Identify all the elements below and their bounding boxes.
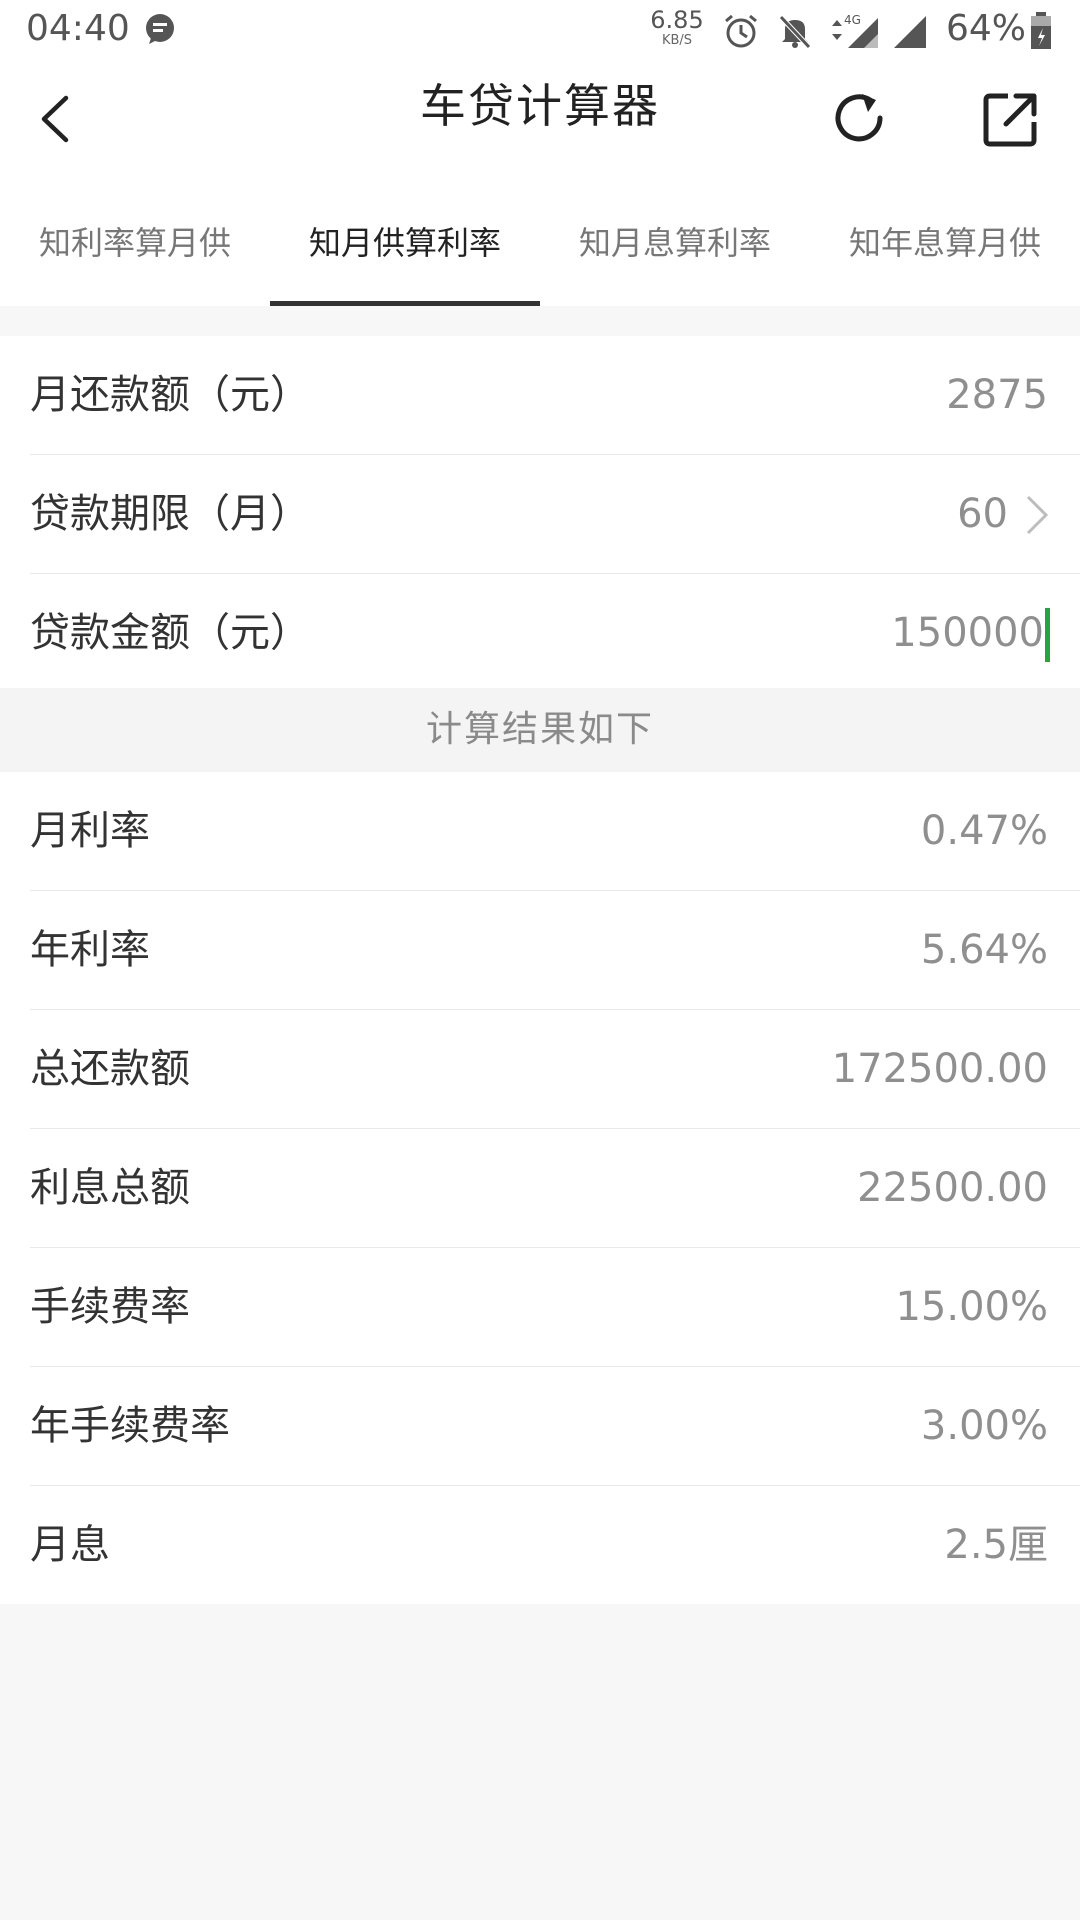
page-title: 车贷计算器 [420,79,660,133]
result-row-total-interest: 利息总额 22500.00 [30,1129,1080,1248]
signal-icon [894,16,926,48]
net-speed-unit: KB/S [661,33,693,48]
result-value: 3.00% [920,1403,1048,1449]
net-speed: 6.85 KB/S [648,8,706,47]
data-arrows-icon: 4G [832,13,878,48]
monthly-payment-label: 月还款额（元） [30,372,310,418]
monthly-payment-row[interactable]: 月还款额（元） 2875 [30,336,1080,455]
result-row-annual-rate: 年利率 5.64% [30,891,1080,1010]
result-value: 22500.00 [857,1165,1048,1211]
tab-annual-interest-to-payment[interactable]: 知年息算月供 [810,180,1080,306]
loan-term-label: 贷款期限（月） [30,491,310,537]
net-speed-value: 6.85 [650,6,704,34]
loan-input-section: 月还款额（元） 2875 贷款期限（月） 60 贷款金额（元） 150000 [0,336,1080,692]
result-row-monthly-interest: 月息 2.5厘 [30,1486,1080,1604]
status-time: 04:40 [26,8,130,49]
result-row-total-repayment: 总还款额 172500.00 [30,1010,1080,1129]
result-label: 年利率 [30,927,150,973]
car-loan-calculator-screen: 04:40 6.85 KB/S 4G 64% 车贷计算器 知利率算月供 知月供算… [0,0,1080,1920]
tab-rate-to-payment[interactable]: 知利率算月供 [0,180,270,306]
alarm-icon [725,14,757,48]
result-value: 2.5厘 [944,1522,1048,1568]
result-label: 手续费率 [30,1284,190,1330]
chevron-right-icon [1026,495,1049,535]
calculator-mode-tabs: 知利率算月供 知月供算利率 知月息算利率 知年息算月供 [0,180,1080,306]
result-label: 月利率 [30,808,150,854]
result-section-header: 计算结果如下 [0,688,1080,772]
battery-percentage: 64% [946,8,1027,49]
app-header: 车贷计算器 [0,60,1080,180]
result-value: 15.00% [895,1284,1048,1330]
result-value: 172500.00 [831,1046,1048,1092]
message-icon [146,14,174,44]
tab-monthly-interest-to-rate[interactable]: 知月息算利率 [540,180,810,306]
loan-amount-row[interactable]: 贷款金额（元） 150000 [30,574,1080,692]
result-section: 月利率 0.47% 年利率 5.64% 总还款额 172500.00 利息总额 … [0,772,1080,1604]
result-label: 利息总额 [30,1165,190,1211]
share-icon[interactable] [982,90,1040,148]
result-row-fee-rate: 手续费率 15.00% [30,1248,1080,1367]
refresh-icon[interactable] [832,90,888,148]
text-cursor [1045,608,1050,662]
result-label: 年手续费率 [30,1403,230,1449]
loan-amount-value[interactable]: 150000 [891,574,1044,692]
mute-icon [779,15,811,49]
battery-icon [1031,12,1051,49]
status-bar: 04:40 6.85 KB/S 4G 64% [0,0,1080,60]
result-value: 5.64% [920,927,1048,973]
result-label: 总还款额 [30,1046,190,1092]
loan-amount-label: 贷款金额（元） [30,610,310,656]
result-row-annual-fee-rate: 年手续费率 3.00% [30,1367,1080,1486]
monthly-payment-value[interactable]: 2875 [946,336,1048,454]
loan-term-value[interactable]: 60 [957,455,1008,573]
result-value: 0.47% [920,808,1048,854]
result-row-monthly-rate: 月利率 0.47% [30,772,1080,891]
result-label: 月息 [30,1522,110,1568]
loan-term-row[interactable]: 贷款期限（月） 60 [30,455,1080,574]
network-type: 4G [844,13,861,27]
tab-payment-to-rate[interactable]: 知月供算利率 [270,180,540,306]
